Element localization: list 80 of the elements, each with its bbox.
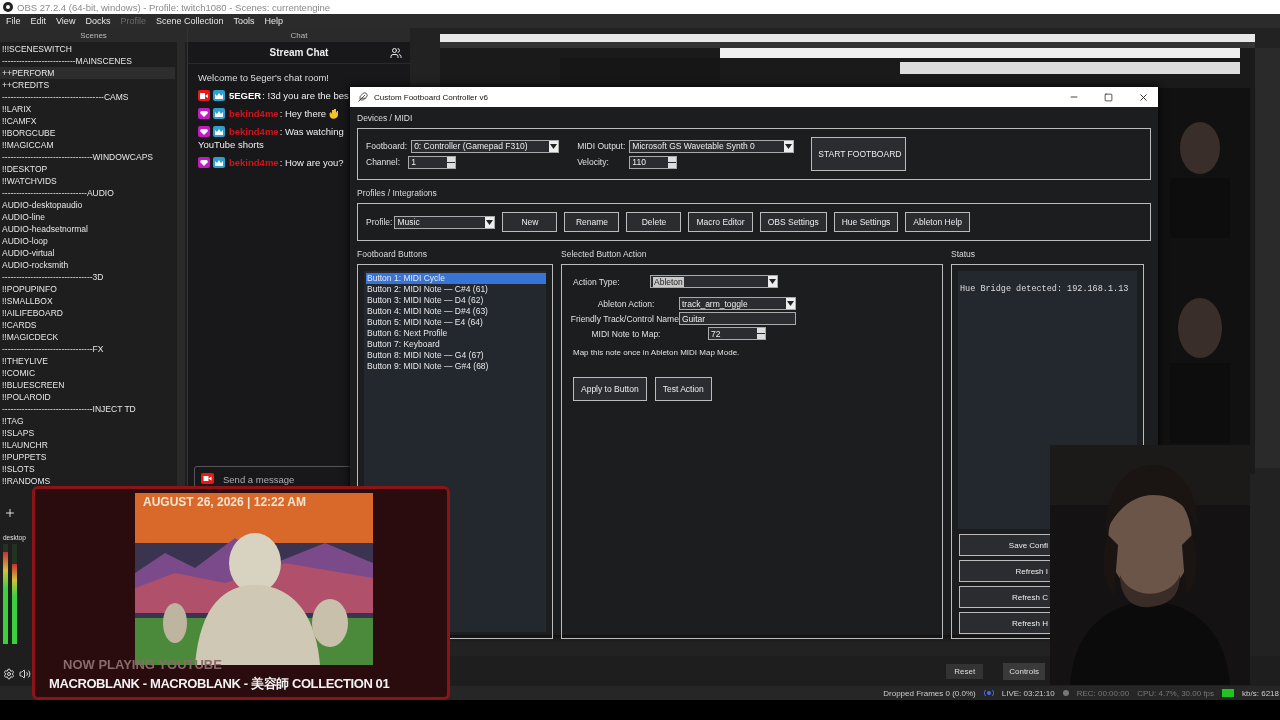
scene-item[interactable]: AUDIO-loop xyxy=(0,235,175,247)
camera-icon xyxy=(201,473,214,484)
date-text: AUGUST 26, 2026 | 12:22 AM xyxy=(143,495,306,509)
add-scene-button[interactable] xyxy=(3,506,17,520)
scene-item[interactable]: AUDIO-virtual xyxy=(0,247,175,259)
track-title: MACROBLANK - MACROBLANK - 美容師 COLLECTION 01 xyxy=(49,675,390,693)
now-playing-text: NOW PLAYING YOUTUBE xyxy=(63,657,222,672)
menu-item[interactable]: Scene Collection xyxy=(155,16,224,26)
scene-item[interactable]: --------------------------------FX xyxy=(0,343,175,355)
scene-item[interactable]: !!MAGICDECK xyxy=(0,331,175,343)
scene-item[interactable]: !!DESKTOP xyxy=(0,163,175,175)
menu-item[interactable]: Help xyxy=(264,16,283,26)
dropped-frames-text: Dropped Frames 0 (0.0%) xyxy=(883,688,976,698)
scene-item[interactable]: !!SMALLBOX xyxy=(0,295,175,307)
chat-welcome: Welcome to 5eger's chat room! xyxy=(198,72,330,83)
field-label: Profile: xyxy=(366,217,393,227)
scene-item[interactable]: ------------------------------------CAMS xyxy=(0,91,175,103)
scene-item[interactable]: !!CAMFX xyxy=(0,115,175,127)
bitrate-text: kb/s: 6218 xyxy=(1242,688,1279,698)
health-indicator-icon xyxy=(1222,689,1235,697)
controls-tab[interactable]: Controls xyxy=(1003,662,1045,680)
scene-item[interactable]: !!MAGICCAM xyxy=(0,139,175,151)
scene-item[interactable]: !!POPUPINFO xyxy=(0,283,175,295)
scene-item[interactable]: !!POLAROID xyxy=(0,391,175,403)
scene-item[interactable]: !!COMIC xyxy=(0,367,175,379)
scene-item[interactable]: AUDIO-desktopaudio xyxy=(0,199,175,211)
section-title: Footboard Buttons xyxy=(357,249,428,261)
scene-item[interactable]: !!THEYLIVE xyxy=(0,355,175,367)
scene-item[interactable]: !!LARIX xyxy=(0,103,175,115)
chat-username[interactable]: 5EGER xyxy=(229,90,262,101)
scene-item[interactable]: !!BORGCUBE xyxy=(0,127,175,139)
scene-item[interactable]: !!RANDOMS xyxy=(0,475,175,487)
scene-item[interactable]: !!BLUESCREEN xyxy=(0,379,175,391)
chat-message: : Was watching xyxy=(279,126,344,137)
rec-time: REC: 00:00:00 xyxy=(1076,688,1130,698)
scene-item[interactable]: ------------------------------AUDIO xyxy=(0,187,175,199)
live-time: LIVE: 03:21:10 xyxy=(1001,688,1055,698)
scene-item[interactable]: !!WATCHVIDS xyxy=(0,175,175,187)
scene-item[interactable]: AUDIO-line xyxy=(0,211,175,223)
scene-item[interactable]: !!PUPPETS xyxy=(0,451,175,463)
reset-button[interactable]: Reset xyxy=(946,663,984,679)
scene-item[interactable]: --------------------------------3D xyxy=(0,271,175,283)
scene-item[interactable]: AUDIO-rocksmith xyxy=(0,259,175,271)
menu-item[interactable]: Edit xyxy=(30,16,47,26)
scene-item[interactable]: --------------------------MAINSCENES xyxy=(0,55,175,67)
users-icon[interactable] xyxy=(390,47,402,59)
scene-item[interactable]: !!!SCENESWITCH xyxy=(0,43,175,55)
broadcast-icon xyxy=(983,689,994,697)
cpu-usage: CPU: 4.7%, 30.00 fps xyxy=(1137,688,1215,698)
feather-icon xyxy=(358,92,368,102)
dock-title: Chat xyxy=(290,30,308,40)
field-label: Footboard: xyxy=(366,141,408,151)
chat-title: Stream Chat xyxy=(269,47,329,58)
scene-item[interactable]: !!SLOTS xyxy=(0,463,175,475)
scene-item[interactable]: !!AILIFEBOARD xyxy=(0,307,175,319)
scene-item[interactable]: --------------------------------INJECT TD xyxy=(0,403,175,415)
scene-item[interactable]: !!CARDS xyxy=(0,319,175,331)
menu-item[interactable]: Docks xyxy=(85,16,111,26)
chat-message: YouTube shorts xyxy=(198,139,264,150)
menu-item[interactable]: Tools xyxy=(233,16,255,26)
speaker-icon[interactable] xyxy=(19,668,31,680)
scene-item[interactable]: !!TAG xyxy=(0,415,175,427)
chat-message: : !3d you are the bes xyxy=(262,90,349,101)
scene-item[interactable]: ++PERFORM xyxy=(0,67,175,79)
scene-item[interactable]: --------------------------------WINDOWCAPS xyxy=(0,151,175,163)
window-title: OBS 27.2.4 (64-bit, windows) - Profile: twitch1080 - Scenes: currentengine xyxy=(17,1,331,13)
scene-item[interactable]: ++CREDITS xyxy=(0,79,175,91)
dock-title: Scenes xyxy=(80,30,107,40)
plus-icon xyxy=(4,507,16,519)
record-icon xyxy=(1062,690,1069,696)
scene-item[interactable]: !!SLAPS xyxy=(0,427,175,439)
scene-item[interactable]: !!LAUNCHR xyxy=(0,439,175,451)
scene-item[interactable]: AUDIO-headsetnormal xyxy=(0,223,175,235)
menu-item[interactable]: File xyxy=(6,16,21,26)
field-label: Channel: xyxy=(366,157,402,167)
section-title: Devices / MIDI xyxy=(357,113,414,125)
chat-message: : Hey there xyxy=(279,108,327,119)
chat-message: : How are you? xyxy=(279,157,344,168)
menu-item[interactable]: View xyxy=(56,16,76,26)
settings-icon[interactable] xyxy=(3,668,15,680)
